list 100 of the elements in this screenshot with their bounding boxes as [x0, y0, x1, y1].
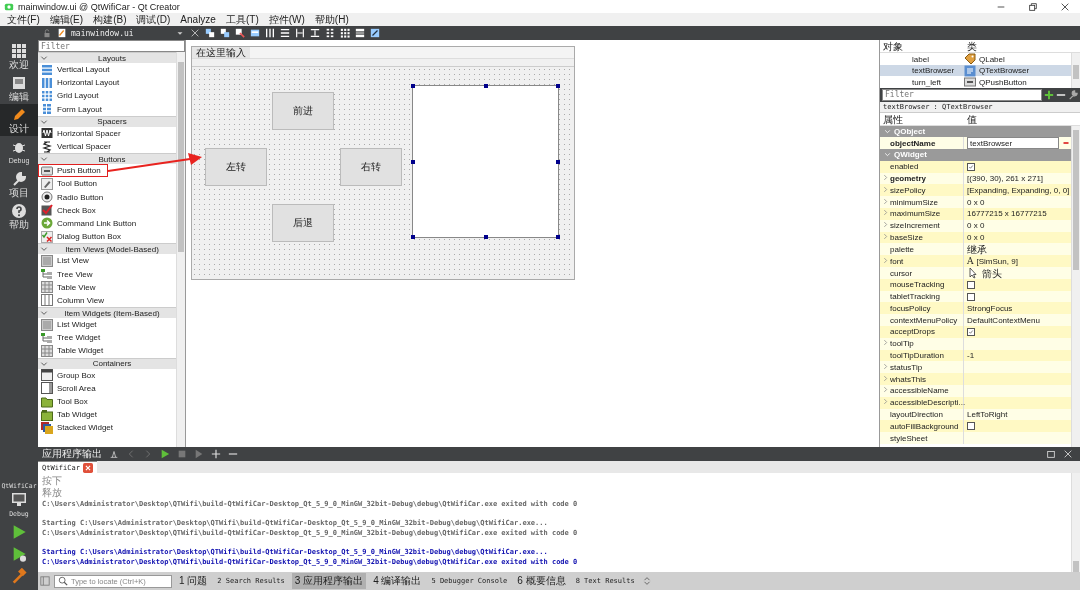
- property-row[interactable]: objectName textBrowser: [880, 137, 1071, 150]
- widget-edit-icon[interactable]: [205, 28, 215, 38]
- menu-item[interactable]: 文件(F): [2, 13, 45, 26]
- widget-item[interactable]: List Widget: [38, 318, 176, 332]
- mode-button[interactable]: 设计: [0, 104, 38, 136]
- wrench-icon[interactable]: [1068, 89, 1078, 100]
- restore-icon[interactable]: [1028, 1, 1038, 12]
- menu-item[interactable]: 工具(T): [220, 13, 264, 26]
- clear-icon[interactable]: [109, 449, 119, 459]
- form-grid-icon[interactable]: [325, 28, 335, 38]
- menu-item[interactable]: Analyze: [175, 13, 221, 26]
- add-icon[interactable]: [1044, 89, 1054, 100]
- widget-item[interactable]: Tool Box: [38, 394, 176, 409]
- checkbox[interactable]: [967, 422, 975, 431]
- scrollbar[interactable]: [1071, 53, 1080, 88]
- mode-button[interactable]: 项目: [0, 168, 38, 200]
- widget-item[interactable]: Table Widget: [38, 344, 176, 358]
- widget-item[interactable]: Horizontal Layout: [38, 76, 176, 90]
- property-row[interactable]: styleSheet: [880, 432, 1071, 444]
- category-header[interactable]: Layouts: [38, 52, 176, 63]
- pane-tab[interactable]: 3 应用程序输出: [291, 573, 367, 589]
- text-browser[interactable]: [412, 85, 559, 238]
- widget-item[interactable]: Horizontal Spacer: [38, 126, 176, 140]
- checkbox[interactable]: [967, 327, 975, 336]
- property-row[interactable]: accessibleName: [880, 385, 1071, 397]
- property-row[interactable]: acceptDrops: [880, 326, 1071, 338]
- object-row[interactable]: textBrowser QTextBrowser: [880, 64, 1071, 76]
- menu-item[interactable]: 控件(W): [263, 13, 310, 26]
- widget-item[interactable]: Stacked Widget: [38, 421, 176, 435]
- push-button[interactable]: 后退: [272, 204, 334, 242]
- property-row[interactable]: font A [SimSun, 9]: [880, 255, 1071, 268]
- filter-field[interactable]: Filter: [882, 88, 1042, 101]
- mode-button[interactable]: 帮助: [0, 200, 38, 232]
- widget-item[interactable]: Push Button: [38, 164, 108, 178]
- run-icon[interactable]: [11, 524, 27, 540]
- adjust-size-icon[interactable]: [370, 28, 380, 38]
- widget-item[interactable]: Table View: [38, 280, 176, 294]
- menu-item[interactable]: 编辑(E): [44, 13, 89, 26]
- filter-field[interactable]: Filter: [38, 40, 185, 52]
- menu-item[interactable]: 构建(B): [88, 13, 132, 26]
- break-layout-icon[interactable]: [355, 28, 365, 38]
- widget-item[interactable]: Group Box: [38, 368, 176, 382]
- widget-item[interactable]: Grid Layout: [38, 89, 176, 103]
- category-header[interactable]: Item Views (Model-Based): [38, 243, 176, 255]
- widget-item[interactable]: Form Layout: [38, 102, 176, 116]
- menu-item[interactable]: 调试(D): [131, 13, 176, 26]
- buddy-edit-icon[interactable]: [235, 28, 245, 38]
- scrollbar[interactable]: [176, 52, 185, 447]
- checkbox[interactable]: [967, 292, 975, 301]
- widget-item[interactable]: Tree View: [38, 267, 176, 281]
- push-button[interactable]: 左转: [205, 148, 267, 186]
- checkbox[interactable]: [967, 280, 975, 289]
- value-field[interactable]: textBrowser: [967, 137, 1059, 150]
- mode-button[interactable]: 欢迎: [0, 40, 38, 72]
- signal-edit-icon[interactable]: [220, 28, 230, 38]
- grid-icon[interactable]: [340, 28, 350, 38]
- pane-tab[interactable]: 6 概要信息: [514, 573, 569, 589]
- pane-tab[interactable]: 1 问题: [176, 573, 211, 589]
- object-row[interactable]: label QLabel: [880, 53, 1071, 65]
- run-icon[interactable]: [160, 449, 170, 459]
- property-row[interactable]: palette 继承: [880, 243, 1071, 256]
- widget-item[interactable]: Column View: [38, 293, 176, 307]
- menu-placeholder[interactable]: 在这里输入: [192, 47, 250, 58]
- widget-item[interactable]: Check Box: [38, 203, 176, 217]
- scrollbar[interactable]: [1071, 473, 1080, 572]
- push-button[interactable]: 前进: [272, 92, 334, 130]
- widget-item[interactable]: Tab Widget: [38, 408, 176, 422]
- menu-item[interactable]: 帮助(H): [309, 13, 354, 26]
- split-horizontal-icon[interactable]: [295, 28, 305, 38]
- property-row[interactable]: minimumSize 0 x 0: [880, 196, 1071, 209]
- close-icon[interactable]: [82, 462, 93, 473]
- property-row[interactable]: whatsThis: [880, 373, 1071, 386]
- rows-icon[interactable]: [280, 28, 290, 38]
- category-header[interactable]: Spacers: [38, 115, 176, 127]
- split-vertical-icon[interactable]: [310, 28, 320, 38]
- widget-item[interactable]: Tool Button: [38, 177, 176, 191]
- property-row[interactable]: statusTip: [880, 361, 1071, 374]
- object-row[interactable]: turn_left QPushButton: [880, 76, 1071, 88]
- category-header[interactable]: Buttons: [38, 153, 176, 165]
- float-icon[interactable]: [1046, 449, 1056, 459]
- zoom-in-icon[interactable]: [211, 449, 221, 459]
- sidebar-toggle-icon[interactable]: [40, 576, 50, 586]
- widget-item[interactable]: Vertical Layout: [38, 63, 176, 77]
- property-row[interactable]: sizePolicy [Expanding, Expanding, 0, 0]: [880, 184, 1071, 197]
- widget-item[interactable]: Tree Widget: [38, 331, 176, 345]
- widget-item[interactable]: Vertical Spacer: [38, 139, 176, 154]
- hammer-icon[interactable]: [11, 568, 27, 584]
- file-selector[interactable]: mainwindow.ui: [57, 28, 185, 38]
- tab-order-icon[interactable]: [250, 28, 260, 38]
- category-header[interactable]: Item Widgets (Item-Based): [38, 307, 176, 318]
- property-row[interactable]: maximumSize 16777215 x 16777215: [880, 208, 1071, 220]
- checkbox[interactable]: [967, 162, 975, 171]
- pane-tab[interactable]: 4 编译输出: [370, 573, 425, 589]
- category-header[interactable]: Containers: [38, 357, 176, 369]
- debug-run-icon[interactable]: [11, 546, 27, 562]
- close-icon[interactable]: [1060, 1, 1070, 12]
- mode-button[interactable]: 编辑: [0, 72, 38, 104]
- columns-icon[interactable]: [265, 28, 275, 38]
- push-button[interactable]: 右转: [340, 148, 402, 186]
- scrollbar[interactable]: [1071, 125, 1080, 447]
